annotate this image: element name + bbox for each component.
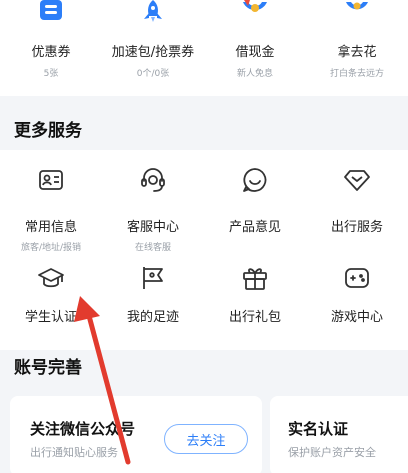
card-title: 实名认证	[288, 420, 349, 438]
service-travel[interactable]: 出行服务	[306, 166, 408, 256]
boost-pack-entry[interactable]: 加速包/抢票券 0个/0张	[102, 0, 204, 96]
gamepad-icon	[343, 264, 371, 292]
more-services-title: 更多服务	[14, 121, 82, 141]
headset-icon	[139, 166, 167, 194]
service-travel-gift[interactable]: 出行礼包	[204, 264, 306, 334]
service-label: 出行礼包	[228, 310, 281, 325]
borrow-cash-tagline: 新人免息	[236, 69, 273, 79]
id-card-icon	[37, 166, 65, 194]
card-title: 关注微信公众号	[30, 420, 136, 438]
service-label: 学生认证	[24, 310, 77, 325]
heart-diamond-icon	[343, 166, 371, 194]
boost-pack-count: 0个/0张	[136, 69, 170, 79]
service-label: 常用信息	[24, 220, 77, 235]
service-label: 我的足迹	[126, 310, 179, 325]
service-label: 游戏中心	[330, 310, 383, 325]
service-customer-center[interactable]: 客服中心 在线客服	[102, 166, 204, 256]
gift-icon	[241, 264, 269, 292]
service-label: 客服中心	[126, 220, 179, 235]
service-game-center[interactable]: 游戏中心	[306, 264, 408, 334]
real-name-card[interactable]: 实名认证 保护账户资产安全	[270, 396, 408, 473]
coupon-entry[interactable]: 优惠券 5张	[0, 0, 102, 96]
service-feedback[interactable]: 产品意见	[204, 166, 306, 256]
services-grid: 常用信息 旅客/地址/报销 客服中心 在线客服 产品意见 出行服务 学生认证 我…	[0, 150, 408, 350]
my-page: 优惠券 5张 加速包/抢票券 0个/0张 借现金 新人免息 拿去花 打白条去远方…	[0, 0, 408, 473]
service-common-info[interactable]: 常用信息 旅客/地址/报销	[0, 166, 102, 256]
follow-button[interactable]: 去关注	[164, 424, 248, 454]
coupon-count: 5张	[43, 69, 59, 79]
credit-entry[interactable]: 拿去花 打白条去远方	[306, 0, 408, 96]
credit-label: 拿去花	[337, 45, 377, 60]
cash-icon	[240, 0, 270, 26]
credit-icon	[342, 0, 372, 26]
account-section-title: 账号完善	[14, 358, 82, 378]
graduation-cap-icon	[37, 264, 65, 292]
smile-chat-icon	[241, 166, 269, 194]
service-my-footprint[interactable]: 我的足迹	[102, 264, 204, 334]
borrow-cash-entry[interactable]: 借现金 新人免息	[204, 0, 306, 96]
service-label: 产品意见	[228, 220, 281, 235]
credit-tagline: 打白条去远方	[329, 69, 384, 79]
boost-pack-label: 加速包/抢票券	[111, 45, 195, 60]
rocket-icon	[138, 0, 168, 26]
card-subtitle: 出行通知贴心服务	[30, 446, 118, 459]
coupon-label: 优惠券	[31, 45, 71, 60]
assets-row: 优惠券 5张 加速包/抢票券 0个/0张 借现金 新人免息 拿去花 打白条去远方	[0, 0, 408, 96]
follow-wechat-card[interactable]: 关注微信公众号 出行通知贴心服务 去关注	[10, 396, 262, 473]
borrow-cash-label: 借现金	[235, 45, 275, 60]
service-student-verify[interactable]: 学生认证	[0, 264, 102, 334]
service-label: 出行服务	[330, 220, 383, 235]
service-sub: 在线客服	[134, 243, 171, 253]
coupon-icon	[36, 0, 66, 26]
service-sub: 旅客/地址/报销	[20, 243, 82, 253]
card-subtitle: 保护账户资产安全	[288, 446, 376, 459]
flag-icon	[139, 264, 167, 292]
